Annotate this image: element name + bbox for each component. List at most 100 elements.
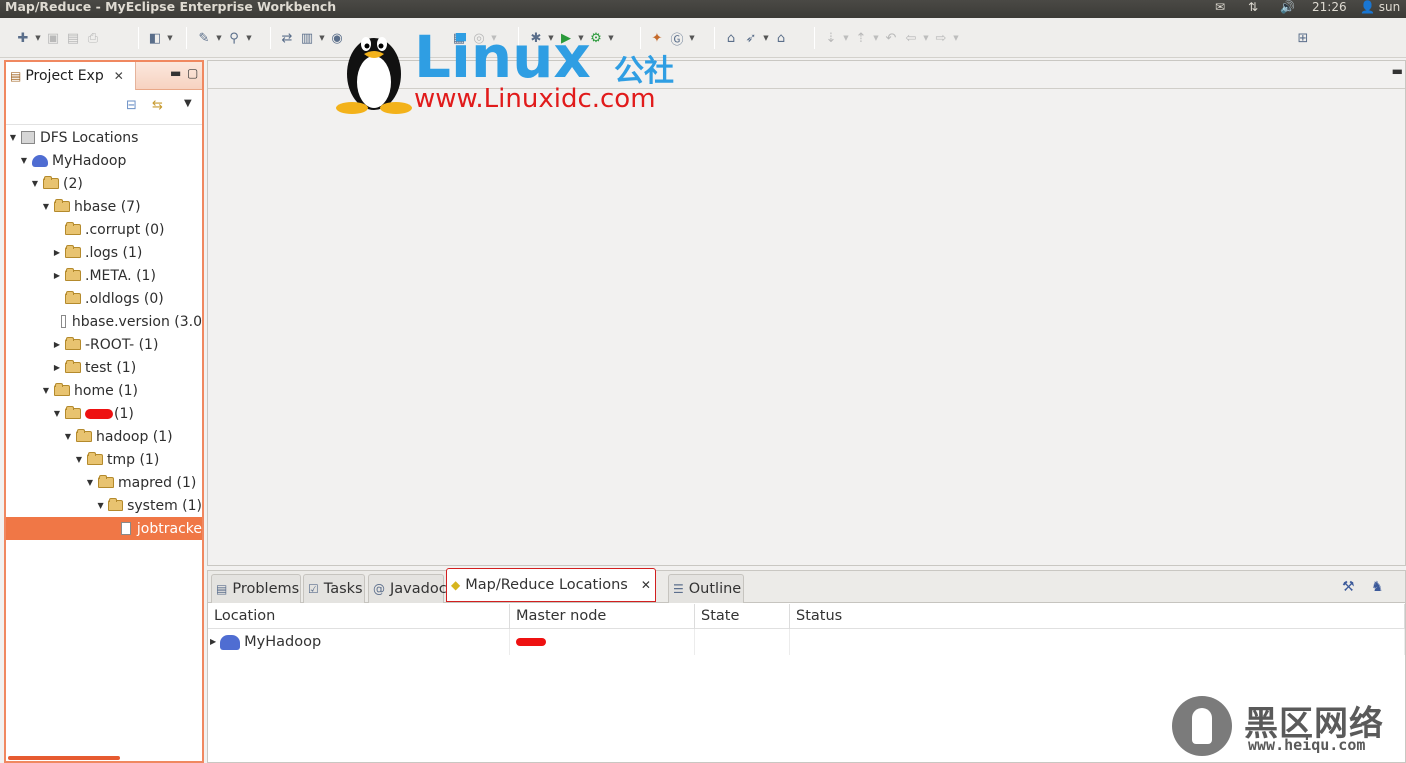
clock[interactable]: 21:26 [1312, 0, 1347, 18]
collapsed-arrow-icon[interactable]: ▶ [52, 248, 62, 257]
collapsed-arrow-icon[interactable]: ▶ [52, 271, 62, 280]
explorer-horizontal-scrollbar[interactable] [6, 755, 202, 761]
column-header[interactable]: Location [208, 604, 510, 629]
maximize-icon[interactable]: ▢ [187, 66, 198, 80]
open-folder-icon[interactable]: ⌂ [722, 29, 740, 47]
folder-icon [65, 337, 81, 350]
window-title: Map/Reduce - MyEclipse Enterprise Workbe… [5, 0, 337, 14]
server-icon[interactable]: ▥ [298, 29, 316, 47]
table-cell-master-node [510, 629, 695, 655]
tree-item[interactable]: ▶ -ROOT- (1) [6, 333, 202, 356]
heiqu-logo-url: www.heiqu.com [1248, 736, 1366, 754]
editor-minimize-icon[interactable]: ▬ [1392, 64, 1403, 78]
new-wizard-icon[interactable]: ◧ [146, 29, 164, 47]
expanded-arrow-icon[interactable]: ▼ [30, 179, 40, 188]
expanded-arrow-icon[interactable]: ▼ [74, 455, 84, 464]
column-header[interactable]: Master node [510, 604, 695, 629]
next-annotation-dropdown-icon[interactable]: ▼ [842, 34, 850, 42]
tab-label: Map/Reduce Locations [465, 577, 628, 593]
table-row[interactable]: ▶ MyHadoop [208, 629, 1405, 655]
view-menu-icon[interactable]: ▼ [184, 98, 192, 109]
save-icon[interactable]: ▣ [44, 29, 62, 47]
forward-icon[interactable]: ⇨ [932, 29, 950, 47]
new-wizard-dropdown-icon[interactable]: ▼ [166, 34, 174, 42]
tree-item[interactable]: ▶ test (1) [6, 356, 202, 379]
tree-item[interactable]: ▼ DFS Locations [6, 126, 202, 149]
tree-item[interactable]: ▼ home (1) [6, 379, 202, 402]
tab-outline[interactable]: ☰ Outline [668, 574, 744, 603]
tree-item[interactable]: ▶.corrupt (0) [6, 218, 202, 241]
expanded-arrow-icon[interactable]: ▼ [8, 133, 18, 142]
open-type-icon[interactable]: ✎ [195, 29, 213, 47]
tree-item[interactable]: ▼ tmp (1) [6, 448, 202, 471]
open-project-icon[interactable]: ⌂ [772, 29, 790, 47]
collapsed-arrow-icon[interactable]: ▶ [210, 629, 216, 655]
project-explorer-view: ▤ Project Exp ✕ ▬ ▢ ⊟ ⇆ ▼ ▼ DFS Locations… [4, 60, 204, 763]
network-icon[interactable]: ⇅ [1248, 0, 1258, 18]
column-header[interactable]: Status [790, 604, 1405, 629]
collapsed-arrow-icon[interactable]: ▶ [52, 340, 62, 349]
last-edit-icon[interactable]: ↶ [882, 29, 900, 47]
edit-hadoop-location-icon[interactable]: ♞ [1371, 579, 1384, 595]
table-cell-status [790, 629, 1405, 655]
deploy-icon[interactable]: ⇄ [278, 29, 296, 47]
tree-item[interactable]: ▶.oldlogs (0) [6, 287, 202, 310]
minimize-icon[interactable]: ▬ [170, 66, 181, 80]
new-icon[interactable]: ✚ [14, 29, 32, 47]
expanded-arrow-icon[interactable]: ▼ [85, 478, 95, 487]
tab-javadoc[interactable]: @ Javadoc [368, 574, 447, 603]
tree-item[interactable]: ▼ (1) [6, 402, 202, 425]
expanded-arrow-icon[interactable]: ▼ [96, 501, 105, 510]
save-all-icon[interactable]: ▤ [64, 29, 82, 47]
tab-project-explorer[interactable]: ▤ Project Exp ✕ [6, 62, 136, 90]
launch-icon[interactable]: ➶ [742, 29, 760, 47]
tree-item[interactable]: ▶jobtracke [6, 517, 202, 540]
open-type-dropdown-icon[interactable]: ▼ [215, 34, 223, 42]
user-menu[interactable]: 👤 sun [1360, 0, 1400, 18]
back-dropdown-icon[interactable]: ▼ [922, 34, 930, 42]
tree-item-label: hbase (7) [74, 198, 141, 215]
tree-item[interactable]: ▼ (2) [6, 172, 202, 195]
expanded-arrow-icon[interactable]: ▼ [63, 432, 73, 441]
server-dropdown-icon[interactable]: ▼ [318, 34, 326, 42]
tree-item-label: mapred (1) [118, 474, 197, 491]
close-icon[interactable]: ✕ [641, 578, 651, 592]
volume-icon[interactable]: 🔊 [1280, 0, 1295, 18]
search-icon[interactable]: ⚲ [225, 29, 243, 47]
expanded-arrow-icon[interactable]: ▼ [52, 409, 62, 418]
prev-annotation-icon[interactable]: ⇡ [852, 29, 870, 47]
forward-dropdown-icon[interactable]: ▼ [952, 34, 960, 42]
scrollbar-thumb[interactable] [8, 756, 120, 760]
open-perspective-button-icon[interactable]: ⊞ [1294, 29, 1312, 47]
bottom-tabstrip: ▤ Problems ☑ Tasks @ Javadoc ◆ Map/Reduce Locat… [208, 568, 1405, 603]
search-dropdown-icon[interactable]: ▼ [245, 34, 253, 42]
tree-item[interactable]: ▼ mapred (1) [6, 471, 202, 494]
close-icon[interactable]: ✕ [114, 69, 124, 83]
expanded-arrow-icon[interactable]: ▼ [41, 386, 51, 395]
tree-item[interactable]: ▶ .logs (1) [6, 241, 202, 264]
expanded-arrow-icon[interactable]: ▼ [19, 156, 29, 165]
expanded-arrow-icon[interactable]: ▼ [41, 202, 51, 211]
prev-annotation-dropdown-icon[interactable]: ▼ [872, 34, 880, 42]
tree-item[interactable]: ▼ hadoop (1) [6, 425, 202, 448]
tab-mapreduce[interactable]: ◆ Map/Reduce Locations ✕ [446, 568, 656, 602]
column-header[interactable]: State [695, 604, 790, 629]
tree-item[interactable]: ▶ .META. (1) [6, 264, 202, 287]
new-hadoop-location-icon[interactable]: ⚒ [1342, 579, 1355, 595]
tree-item-label: tmp (1) [107, 451, 160, 468]
link-with-editor-icon[interactable]: ⇆ [152, 98, 163, 113]
back-icon[interactable]: ⇦ [902, 29, 920, 47]
collapse-all-icon[interactable]: ⊟ [126, 98, 137, 113]
mail-icon[interactable]: ✉ [1215, 0, 1225, 18]
tree-item[interactable]: ▶hbase.version (3.0 [6, 310, 202, 333]
tab-problems[interactable]: ▤ Problems [211, 574, 301, 603]
new-dropdown-icon[interactable]: ▼ [34, 34, 42, 42]
tree-item[interactable]: ▼ system (1) [6, 494, 202, 517]
tab-tasks[interactable]: ☑ Tasks [303, 574, 365, 603]
tree-item[interactable]: ▼ hbase (7) [6, 195, 202, 218]
collapsed-arrow-icon[interactable]: ▶ [52, 363, 62, 372]
tree-item[interactable]: ▼ MyHadoop [6, 149, 202, 172]
print-icon[interactable]: ⎙ [84, 29, 102, 47]
next-annotation-icon[interactable]: ⇣ [822, 29, 840, 47]
launch-dropdown-icon[interactable]: ▼ [762, 34, 770, 42]
